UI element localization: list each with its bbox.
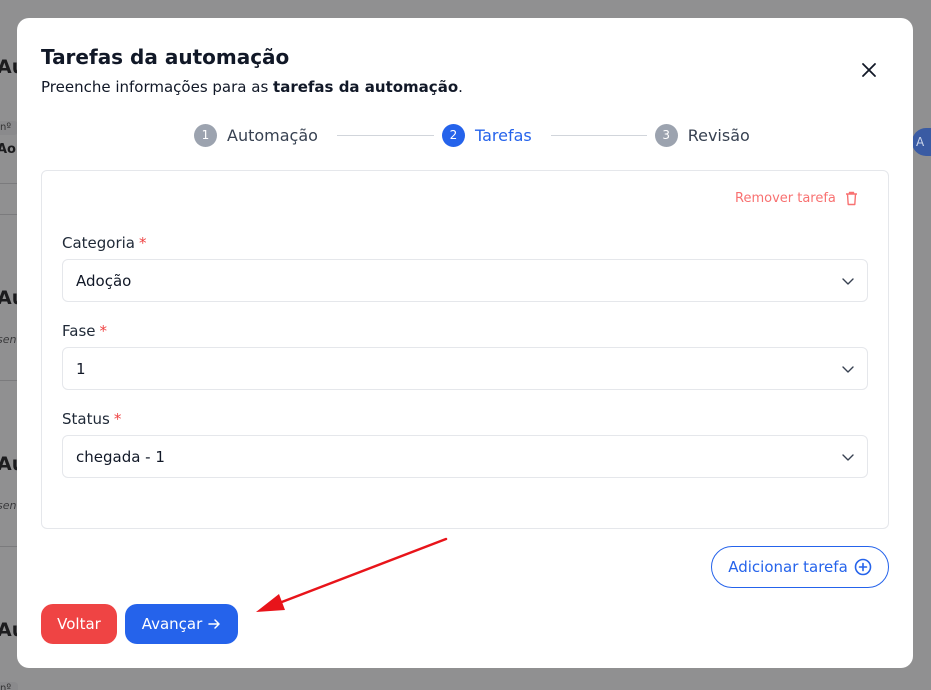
next-button[interactable]: Avançar xyxy=(125,604,238,644)
task-card: Remover tarefa Categoria * Adoção Fase * 1… xyxy=(41,170,889,529)
add-task-button[interactable]: Adicionar tarefa xyxy=(711,546,889,588)
required-mark: * xyxy=(113,410,122,428)
chevron-down-icon xyxy=(841,450,855,464)
step-connector xyxy=(336,134,434,136)
step-connector xyxy=(550,134,647,136)
category-value: Adoção xyxy=(76,271,132,290)
phase-label: Fase * xyxy=(62,322,107,340)
subtitle-suffix: . xyxy=(458,78,463,96)
status-label: Status * xyxy=(62,410,121,428)
remove-task-button[interactable]: Remover tarefa xyxy=(735,191,858,206)
phase-value: 1 xyxy=(76,359,86,378)
step-number: 1 xyxy=(194,123,217,147)
bg-italic-text: sen xyxy=(0,333,17,346)
task-modal: Tarefas da automação Preenche informaçõe… xyxy=(17,18,913,668)
step-number: 2 xyxy=(441,123,465,147)
bg-chip: nº xyxy=(0,121,18,135)
category-label-text: Categoria xyxy=(62,234,136,252)
step-label: Tarefas xyxy=(474,125,532,145)
next-label: Avançar xyxy=(141,615,203,633)
status-value: chegada - 1 xyxy=(76,447,165,466)
back-button[interactable]: Voltar xyxy=(41,604,117,644)
required-mark: * xyxy=(99,322,108,340)
chevron-down-icon xyxy=(841,274,855,288)
bg-chip: nº xyxy=(0,682,18,690)
status-select[interactable]: chegada - 1 xyxy=(62,435,868,478)
avatar: A xyxy=(912,128,931,156)
add-task-label: Adicionar tarefa xyxy=(728,558,848,576)
step-number: 3 xyxy=(654,123,678,147)
bg-italic-text: sen xyxy=(0,499,17,512)
step-label: Revisão xyxy=(687,125,750,145)
step-revisao[interactable]: 3 Revisão xyxy=(654,123,750,147)
remove-task-label: Remover tarefa xyxy=(735,191,836,206)
modal-title: Tarefas da automação xyxy=(41,45,290,69)
step-label: Automação xyxy=(227,125,318,145)
bg-row-text: Ao xyxy=(0,142,16,157)
arrow-right-icon xyxy=(208,618,221,630)
category-select[interactable]: Adoção xyxy=(62,259,868,302)
subtitle-bold: tarefas da automação xyxy=(273,78,459,96)
status-label-text: Status xyxy=(62,410,110,428)
close-button[interactable] xyxy=(856,58,882,84)
phase-select[interactable]: 1 xyxy=(62,347,868,390)
required-mark: * xyxy=(139,234,147,252)
subtitle-prefix: Preenche informações para as xyxy=(41,78,274,96)
phase-label-text: Fase xyxy=(62,322,96,340)
trash-icon xyxy=(845,191,858,206)
plus-circle-icon xyxy=(854,558,872,576)
chevron-down-icon xyxy=(841,362,855,376)
close-icon xyxy=(861,62,877,81)
modal-subtitle: Preenche informações para as tarefas da … xyxy=(41,78,463,96)
step-automacao[interactable]: 1 Automação xyxy=(194,123,318,147)
stepper: 1 Automação 2 Tarefas 3 Revisão xyxy=(194,123,750,147)
step-tarefas[interactable]: 2 Tarefas xyxy=(441,123,532,147)
category-label: Categoria * xyxy=(62,234,147,252)
